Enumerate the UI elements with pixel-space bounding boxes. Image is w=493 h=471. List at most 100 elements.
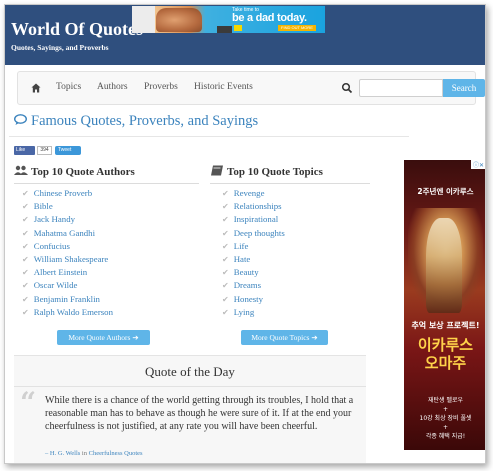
topic-link[interactable]: Lying [234, 307, 255, 317]
ad-choices-icon[interactable]: ⓘ✕ [470, 160, 485, 169]
author-link[interactable]: Confucius [34, 241, 70, 251]
list-item[interactable]: ✔ Beauty [222, 266, 285, 279]
author-link[interactable]: Benjamin Franklin [34, 294, 100, 304]
list-item[interactable]: ✔ Relationships [222, 200, 285, 213]
topic-link[interactable]: Honesty [234, 294, 263, 304]
ad-cta-button[interactable]: FIND OUT MORE [278, 25, 316, 31]
browser-frame: World Of Quotes Quotes, Sayings, and Pro… [4, 4, 486, 464]
check-icon: ✔ [22, 268, 29, 278]
more-topics-button[interactable]: More Quote Topics ➔ [241, 330, 328, 345]
author-link[interactable]: Bible [34, 201, 53, 211]
author-link[interactable]: Albert Einstein [34, 267, 88, 277]
authors-list: ✔ Chinese Proverb ✔ Bible ✔ Jack Handy ✔ Mah… [22, 187, 113, 319]
search-input[interactable] [359, 79, 443, 97]
author-link[interactable]: Oscar Wilde [34, 280, 78, 290]
side-ad-top-text: 2주년엔 이카루스 [417, 187, 474, 196]
list-item[interactable]: ✔ Dreams [222, 279, 285, 292]
side-ad-title-line1: 이카루스 [417, 336, 474, 354]
qotd-topic-link[interactable]: Cheerfulness Quotes [89, 450, 143, 457]
list-item[interactable]: ✔ Jack Handy [22, 213, 113, 226]
list-item[interactable]: ✔ Chinese Proverb [22, 187, 113, 200]
check-icon: ✔ [222, 202, 229, 212]
topic-link[interactable]: Dreams [234, 280, 261, 290]
authors-title-text: Top 10 Quote Authors [31, 166, 135, 178]
check-icon: ✔ [22, 215, 29, 225]
nav-historic-events[interactable]: Historic Events [194, 82, 253, 92]
side-ad-bottom-text: 재탄생 펠로우 + 10강 최상 장비 풀셋 + 각종 혜택 지급! [404, 396, 485, 441]
banner-ad[interactable]: Take time to be a dad today. FIND OUT MO… [132, 6, 325, 33]
ad-main-text: be a dad today. [232, 12, 307, 24]
topic-link[interactable]: Beauty [234, 267, 259, 277]
list-item[interactable]: ✔ Honesty [222, 293, 285, 306]
check-icon: ✔ [22, 189, 29, 198]
list-item[interactable]: ✔ Life [222, 240, 285, 253]
check-icon: ✔ [222, 254, 229, 264]
list-item[interactable]: ✔ Albert Einstein [22, 266, 113, 279]
list-item[interactable]: ✔ Hate [222, 253, 285, 266]
side-ad-bottom-line5: 각종 혜택 지급! [425, 433, 466, 440]
check-icon: ✔ [222, 307, 229, 317]
search-icon [341, 82, 353, 94]
nav-proverbs[interactable]: Proverbs [144, 82, 178, 92]
list-item[interactable]: ✔ Bible [22, 200, 113, 213]
nav-topics[interactable]: Topics [56, 82, 81, 92]
author-link[interactable]: Jack Handy [34, 214, 75, 224]
users-icon [14, 165, 28, 175]
check-icon: ✔ [222, 241, 229, 251]
side-ad-title: 이카루스 오마주 [404, 336, 485, 372]
topic-link[interactable]: Deep thoughts [234, 228, 285, 238]
tweet-label: Tweet [58, 147, 72, 153]
side-ad[interactable]: ⓘ✕ 2주년엔 이카루스 추억 보상 프로젝트! 이카루스 오마주 재탄생 펠로… [404, 160, 485, 450]
check-icon: ✔ [222, 189, 229, 198]
list-item[interactable]: ✔ Confucius [22, 240, 113, 253]
tweet-button[interactable]: Tweet [55, 146, 81, 155]
list-item[interactable]: ✔ Inspirational [222, 213, 285, 226]
side-ad-title-line2: 오마주 [424, 354, 467, 372]
list-item[interactable]: ✔ Benjamin Franklin [22, 293, 113, 306]
qotd-in: in [81, 450, 87, 457]
topics-section-title: Top 10 Quote Topics [210, 165, 323, 178]
list-item[interactable]: ✔ William Shakespeare [22, 253, 113, 266]
nav-authors[interactable]: Authors [97, 82, 128, 92]
search-button[interactable]: Search [443, 79, 485, 97]
check-icon: ✔ [222, 294, 229, 304]
check-icon: ✔ [22, 241, 29, 251]
list-item[interactable]: ✔ Mahatma Gandhi [22, 227, 113, 240]
list-item[interactable]: ✔ Revenge [222, 187, 285, 200]
list-item[interactable]: ✔ Deep thoughts [222, 227, 285, 240]
page-heading-text: Famous Quotes, Proverbs, and Sayings [31, 113, 259, 129]
author-link[interactable]: Ralph Waldo Emerson [34, 307, 113, 317]
authors-rule [14, 183, 199, 184]
authors-section-title: Top 10 Quote Authors [14, 165, 135, 178]
more-authors-button[interactable]: More Quote Authors ➔ [57, 330, 150, 345]
home-icon[interactable] [31, 83, 41, 93]
ad-photo [156, 8, 202, 32]
topic-link[interactable]: Hate [234, 254, 251, 264]
author-link[interactable]: Chinese Proverb [34, 188, 92, 198]
check-icon: ✔ [22, 202, 29, 212]
site-title[interactable]: World Of Quotes [11, 19, 143, 40]
author-link[interactable]: William Shakespeare [34, 254, 109, 264]
side-ad-middle-text: 추억 보상 프로젝트! [411, 321, 480, 330]
side-ad-bottom-line2: + [442, 406, 449, 413]
check-icon: ✔ [22, 307, 29, 317]
facebook-like-button[interactable]: Like [14, 146, 35, 155]
side-ad-figure [426, 218, 462, 313]
author-link[interactable]: Mahatma Gandhi [34, 228, 95, 238]
quote-of-the-day: Quote of the Day “ While there is a chan… [14, 355, 366, 463]
site-subtitle: Quotes, Sayings, and Proverbs [11, 43, 109, 52]
qotd-author-link[interactable]: – H. G. Wells [45, 450, 80, 457]
topic-link[interactable]: Inspirational [234, 214, 278, 224]
topic-link[interactable]: Life [234, 241, 249, 251]
topics-title-text: Top 10 Quote Topics [227, 166, 323, 178]
list-item[interactable]: ✔ Ralph Waldo Emerson [22, 306, 113, 319]
list-item[interactable]: ✔ Lying [222, 306, 285, 319]
list-item[interactable]: ✔ Oscar Wilde [22, 279, 113, 292]
qotd-divider [14, 386, 366, 387]
topic-link[interactable]: Relationships [234, 201, 282, 211]
side-ad-bottom-line3: 10강 최상 장비 풀셋 [419, 415, 472, 422]
check-icon: ✔ [222, 281, 229, 291]
side-ad-bottom-line4: + [442, 424, 449, 431]
topic-link[interactable]: Revenge [234, 188, 265, 198]
page-heading: Famous Quotes, Proverbs, and Sayings [14, 113, 258, 130]
